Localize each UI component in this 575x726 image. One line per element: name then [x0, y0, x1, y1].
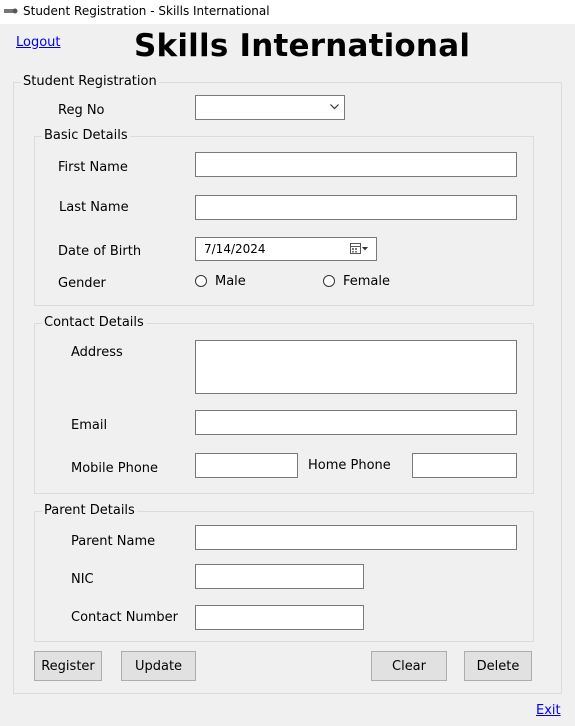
student-registration-legend: Student Registration	[21, 74, 159, 89]
contact-number-label: Contact Number	[71, 610, 178, 625]
address-label: Address	[71, 345, 123, 360]
last-name-label: Last Name	[59, 200, 129, 215]
contact-number-input[interactable]	[195, 605, 364, 630]
last-name-input[interactable]	[195, 195, 517, 220]
reg-no-label: Reg No	[58, 103, 105, 118]
gender-female-label[interactable]: Female	[343, 274, 390, 289]
parent-details-legend: Parent Details	[42, 503, 137, 518]
chevron-down-icon	[330, 104, 339, 110]
dob-label: Date of Birth	[58, 244, 142, 259]
clear-button[interactable]: Clear	[371, 651, 447, 681]
window-title: Student Registration - Skills Internatio…	[23, 4, 270, 18]
home-phone-label: Home Phone	[308, 458, 391, 473]
logout-link[interactable]: Logout	[16, 35, 61, 50]
app-heading: Skills International	[134, 28, 471, 64]
nic-label: NIC	[71, 572, 94, 587]
basic-details-legend: Basic Details	[42, 128, 130, 143]
app-icon	[4, 8, 18, 14]
delete-button[interactable]: Delete	[464, 651, 532, 681]
register-button[interactable]: Register	[34, 651, 102, 681]
gender-label: Gender	[58, 276, 106, 291]
dob-value: 7/14/2024	[204, 242, 266, 256]
reg-no-dropdown[interactable]	[195, 95, 345, 120]
first-name-label: First Name	[58, 160, 128, 175]
gender-male-radio[interactable]	[195, 275, 207, 287]
email-label: Email	[71, 418, 108, 433]
address-textarea[interactable]	[195, 340, 517, 394]
nic-input[interactable]	[195, 564, 364, 589]
update-button[interactable]: Update	[121, 651, 196, 681]
mobile-phone-input[interactable]	[195, 453, 298, 478]
window-titlebar: Student Registration - Skills Internatio…	[0, 0, 575, 24]
first-name-input[interactable]	[195, 152, 517, 177]
gender-male-label[interactable]: Male	[215, 274, 246, 289]
home-phone-input[interactable]	[412, 453, 517, 478]
mobile-phone-label: Mobile Phone	[71, 461, 159, 476]
exit-link[interactable]: Exit	[536, 703, 561, 718]
gender-female-radio[interactable]	[323, 275, 335, 287]
parent-name-input[interactable]	[195, 525, 517, 550]
email-input[interactable]	[195, 410, 517, 435]
contact-details-legend: Contact Details	[42, 315, 146, 330]
parent-name-label: Parent Name	[71, 534, 156, 549]
calendar-icon	[350, 243, 368, 254]
dob-datepicker[interactable]: 7/14/2024	[195, 237, 377, 261]
